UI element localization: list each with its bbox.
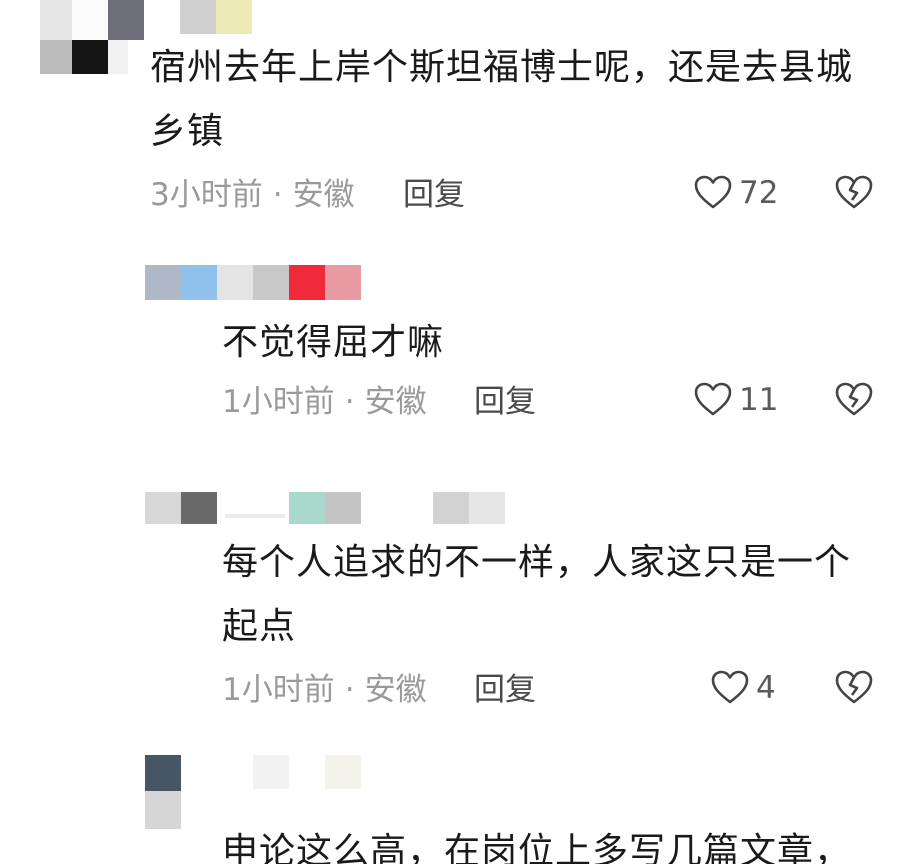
like-button[interactable]: 4 (710, 668, 776, 708)
heart-outline-icon (693, 380, 733, 420)
dislike-button[interactable] (834, 668, 874, 708)
reply-button[interactable]: 回复 (474, 382, 536, 422)
comment-meta: 3小时前 · 安徽 (150, 175, 355, 215)
comment-meta: 1小时前 · 安徽 (222, 382, 427, 422)
dislike-button[interactable] (834, 380, 874, 420)
location: 安徽 (364, 384, 427, 420)
comment-4: 申论这么高，在岗位上多写几篇文章， (0, 745, 922, 864)
comment-3: 每个人追求的不一样，人家这只是一个 起点 1小时前 · 安徽 回复 4 (0, 470, 922, 740)
location: 安徽 (292, 177, 355, 213)
like-button[interactable]: 11 (693, 380, 778, 420)
comment-text-line: 宿州去年上岸个斯坦福博士呢，还是去县城 (150, 47, 854, 88)
like-count: 11 (739, 382, 779, 418)
comment-2: 不觉得屈才嘛 1小时前 · 安徽 回复 11 (0, 240, 922, 450)
broken-heart-icon (834, 173, 874, 213)
separator: · (344, 672, 355, 708)
timestamp: 3小时前 (150, 177, 263, 213)
like-count: 72 (739, 175, 779, 211)
comment-text-line: 乡镇 (150, 111, 225, 152)
comment-text-line: 每个人追求的不一样，人家这只是一个 (222, 542, 852, 583)
comment-text-line: 不觉得屈才嘛 (222, 322, 445, 363)
heart-outline-icon (710, 668, 750, 708)
reply-button[interactable]: 回复 (403, 175, 465, 215)
separator: · (272, 177, 283, 213)
timestamp: 1小时前 (222, 384, 335, 420)
timestamp: 1小时前 (222, 672, 335, 708)
heart-outline-icon (693, 173, 733, 213)
location: 安徽 (364, 672, 427, 708)
broken-heart-icon (834, 668, 874, 708)
separator: · (344, 384, 355, 420)
like-button[interactable]: 72 (693, 173, 778, 213)
like-count: 4 (756, 670, 776, 706)
dislike-button[interactable] (834, 173, 874, 213)
comment-meta: 1小时前 · 安徽 (222, 670, 427, 710)
broken-heart-icon (834, 380, 874, 420)
comment-text-line: 申论这么高，在岗位上多写几篇文章， (222, 831, 852, 864)
comment-text-line: 起点 (222, 606, 297, 647)
comment-1: 宿州去年上岸个斯坦福博士呢，还是去县城 乡镇 3小时前 · 安徽 回复 72 (0, 0, 922, 240)
reply-button[interactable]: 回复 (474, 670, 536, 710)
